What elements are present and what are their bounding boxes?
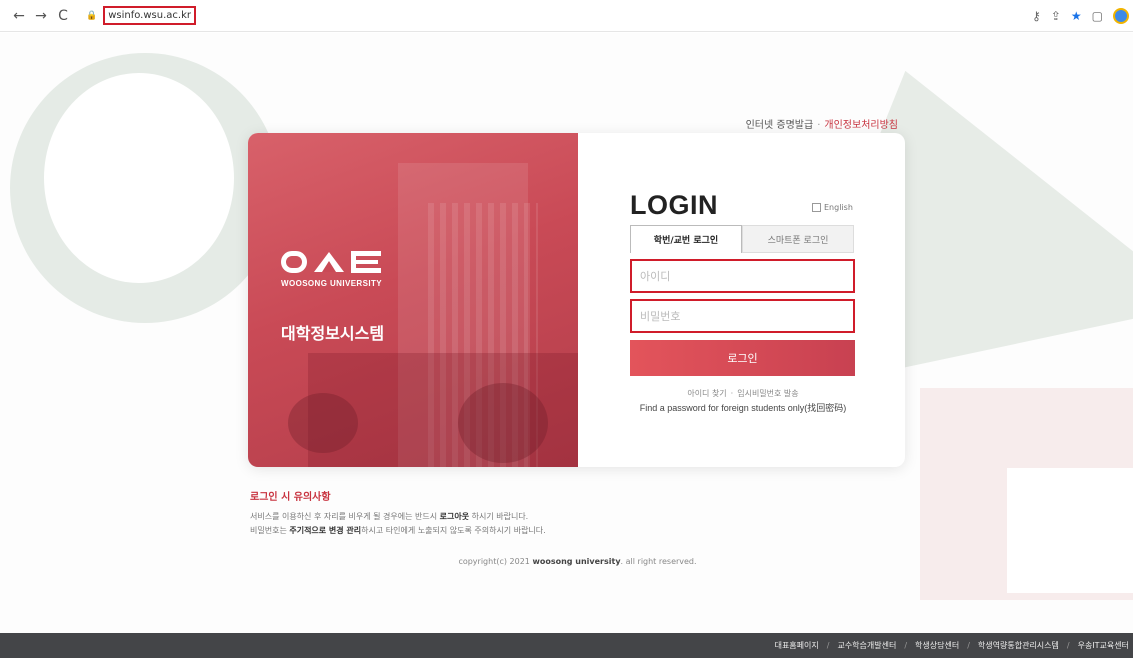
university-name: WOOSONG UNIVERSITY xyxy=(281,279,382,288)
tree-shape xyxy=(458,383,548,463)
browser-toolbar: ← → C 🔒 wsinfo.wsu.ac.kr ⚷ ⇪ ★ ▢ xyxy=(0,0,1133,32)
notice-line-password: 비밀번호는 주기적으로 변경 관리하시고 타인에게 노출되지 않도록 주의하시기… xyxy=(250,525,546,536)
notice-emphasis: 주기적으로 변경 관리 xyxy=(289,526,362,535)
notice-emphasis: 로그아웃 xyxy=(439,512,470,521)
forward-arrow-icon[interactable]: → xyxy=(30,5,52,27)
footer-link-it-education-center[interactable]: 우송IT교육센터 xyxy=(1078,640,1129,651)
foreign-student-password-link[interactable]: Find a password for foreign students onl… xyxy=(608,401,878,414)
brand-panel: WOOSONG UNIVERSITY 대학정보시스템 xyxy=(248,133,578,467)
privacy-policy-link[interactable]: 개인정보처리방침 xyxy=(824,120,898,131)
copyright-text: . all right reserved. xyxy=(620,557,697,566)
password-input[interactable] xyxy=(630,299,855,333)
reload-icon[interactable]: C xyxy=(52,5,74,27)
notice-text: 비밀번호는 xyxy=(250,526,290,535)
notice-text: 하시기 바랍니다. xyxy=(469,512,529,521)
tab-id-login[interactable]: 학번/교번 로그인 xyxy=(630,225,742,253)
footer-separator: / xyxy=(967,641,970,650)
temp-password-link[interactable]: 임시비밀번호 발송 xyxy=(737,389,798,398)
footer-link-counseling-center[interactable]: 학생상담센터 xyxy=(915,640,959,651)
logo-mark-icon xyxy=(281,251,382,273)
login-title: LOGIN xyxy=(630,190,718,220)
find-id-link[interactable]: 아이디 찾기 xyxy=(687,389,726,398)
footer-link-homepage[interactable]: 대표홈페이지 xyxy=(775,640,819,651)
english-checkbox[interactable] xyxy=(812,203,821,212)
login-tabs: 학번/교번 로그인 스마트폰 로그인 xyxy=(630,225,854,253)
bookmark-star-icon[interactable]: ★ xyxy=(1071,9,1082,23)
share-icon[interactable]: ⇪ xyxy=(1051,9,1061,23)
link-separator: · xyxy=(730,389,734,398)
notice-text: 하시고 타인에게 노출되지 않도록 주의하시기 바랍니다. xyxy=(361,526,546,535)
account-help-links: 아이디 찾기 · 임시비밀번호 발송 xyxy=(608,388,878,399)
tree-shape xyxy=(288,393,358,453)
copyright: copyright(c) 2021 woosong university. al… xyxy=(250,557,905,566)
top-links: 인터넷 증명발급 · 개인정보처리방침 xyxy=(700,116,898,131)
english-label: English xyxy=(824,203,853,212)
password-key-icon[interactable]: ⚷ xyxy=(1032,9,1041,23)
back-arrow-icon[interactable]: ← xyxy=(8,5,30,27)
login-notice-title: 로그인 시 유의사항 xyxy=(250,492,331,503)
user-id-input[interactable] xyxy=(630,259,855,293)
notice-line-logout: 서비스를 이용하신 후 자리를 비우게 될 경우에는 반드시 로그아웃 하시기 … xyxy=(250,511,528,522)
footer-link-teaching-center[interactable]: 교수학습개발센터 xyxy=(837,640,896,651)
side-panel-icon[interactable]: ▢ xyxy=(1092,9,1103,23)
login-panel: LOGIN English 학번/교번 로그인 스마트폰 로그인 로그인 아이디… xyxy=(578,133,905,467)
lock-icon[interactable]: 🔒 xyxy=(86,11,97,21)
notice-text: 서비스를 이용하신 후 자리를 비우게 될 경우에는 반드시 xyxy=(250,512,440,521)
login-card: WOOSONG UNIVERSITY 대학정보시스템 LOGIN English… xyxy=(248,133,905,467)
decorative-circle-inner xyxy=(44,73,234,283)
footer-link-competency-system[interactable]: 학생역량통합관리시스템 xyxy=(978,640,1059,651)
copyright-text: copyright(c) 2021 xyxy=(458,557,533,566)
tab-smartphone-login[interactable]: 스마트폰 로그인 xyxy=(742,225,854,253)
profile-avatar-icon[interactable] xyxy=(1113,8,1129,24)
footer-separator: / xyxy=(904,641,908,650)
footer-links-bar: 대표홈페이지 / 교수학습개발센터 / 학생상담센터 / 학생역량통합관리시스템… xyxy=(0,633,1133,658)
english-toggle[interactable]: English xyxy=(812,203,853,212)
link-separator: · xyxy=(817,120,821,131)
footer-separator: / xyxy=(826,641,830,650)
certificate-link[interactable]: 인터넷 증명발급 xyxy=(746,120,814,131)
copyright-brand: woosong university xyxy=(532,557,621,566)
browser-actions: ⚷ ⇪ ★ ▢ xyxy=(1032,0,1129,32)
decorative-square-inner xyxy=(1007,468,1133,593)
address-bar[interactable]: wsinfo.wsu.ac.kr xyxy=(103,6,196,25)
login-button[interactable]: 로그인 xyxy=(630,340,855,376)
footer-separator: / xyxy=(1066,641,1070,650)
system-name: 대학정보시스템 xyxy=(281,324,385,343)
university-logo: WOOSONG UNIVERSITY xyxy=(281,251,382,288)
